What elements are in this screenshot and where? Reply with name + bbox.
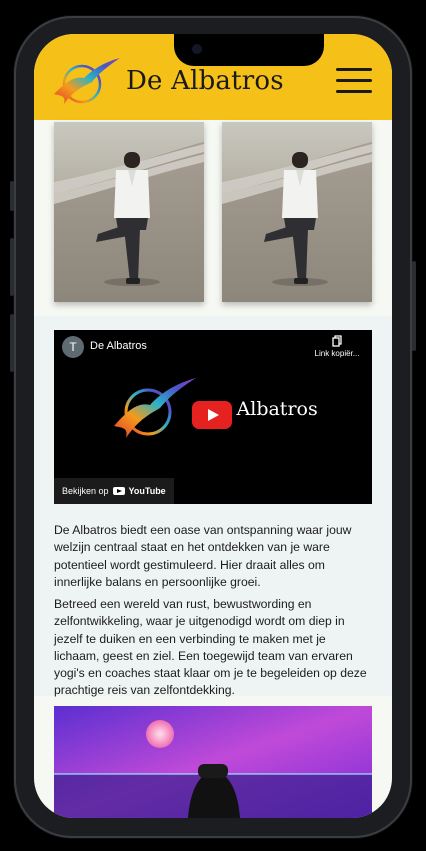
yoga-photo-right[interactable]: [222, 122, 372, 302]
youtube-label: YouTube: [128, 486, 166, 496]
phone-screen: De Albatros T De Albatros Link kopiër...…: [34, 34, 392, 818]
play-button[interactable]: [192, 401, 232, 429]
about-paragraph-2: Betreed een wereld van rust, bewustwordi…: [54, 597, 367, 698]
hamburger-menu-icon[interactable]: [336, 68, 372, 94]
watch-on-label: Bekijken op: [62, 486, 109, 496]
volume-up-button: [10, 238, 14, 296]
meditation-room-photo[interactable]: [54, 706, 372, 818]
albatros-logo[interactable]: [52, 52, 122, 110]
power-button: [412, 261, 416, 351]
watch-on-youtube-button[interactable]: Bekijken op YouTube: [54, 478, 174, 504]
volume-down-button: [10, 314, 14, 372]
meditation-room-image: [54, 706, 372, 818]
copy-icon: [332, 335, 342, 347]
mute-switch: [10, 181, 14, 211]
about-paragraph-1: De Albatros biedt een oase van ontspanni…: [54, 523, 352, 589]
yoga-tree-pose-photo: [222, 122, 372, 302]
copy-link-label: Link kopiër...: [314, 349, 360, 358]
youtube-icon: [112, 487, 125, 495]
copy-link-button[interactable]: Link kopiër...: [312, 335, 362, 358]
about-section: T De Albatros Link kopiër... De Albatros…: [34, 316, 392, 697]
channel-name[interactable]: De Albatros: [90, 340, 147, 352]
yoga-photo-left[interactable]: [54, 122, 204, 302]
channel-avatar[interactable]: T: [62, 336, 84, 358]
yoga-tree-pose-photo: [54, 122, 204, 302]
video-logo-icon: [114, 378, 196, 438]
phone-notch: [174, 34, 324, 66]
brand-name[interactable]: De Albatros: [126, 66, 284, 96]
albatros-logo-icon: [54, 58, 120, 104]
youtube-video-embed[interactable]: T De Albatros Link kopiër... De Albatros…: [54, 330, 372, 504]
